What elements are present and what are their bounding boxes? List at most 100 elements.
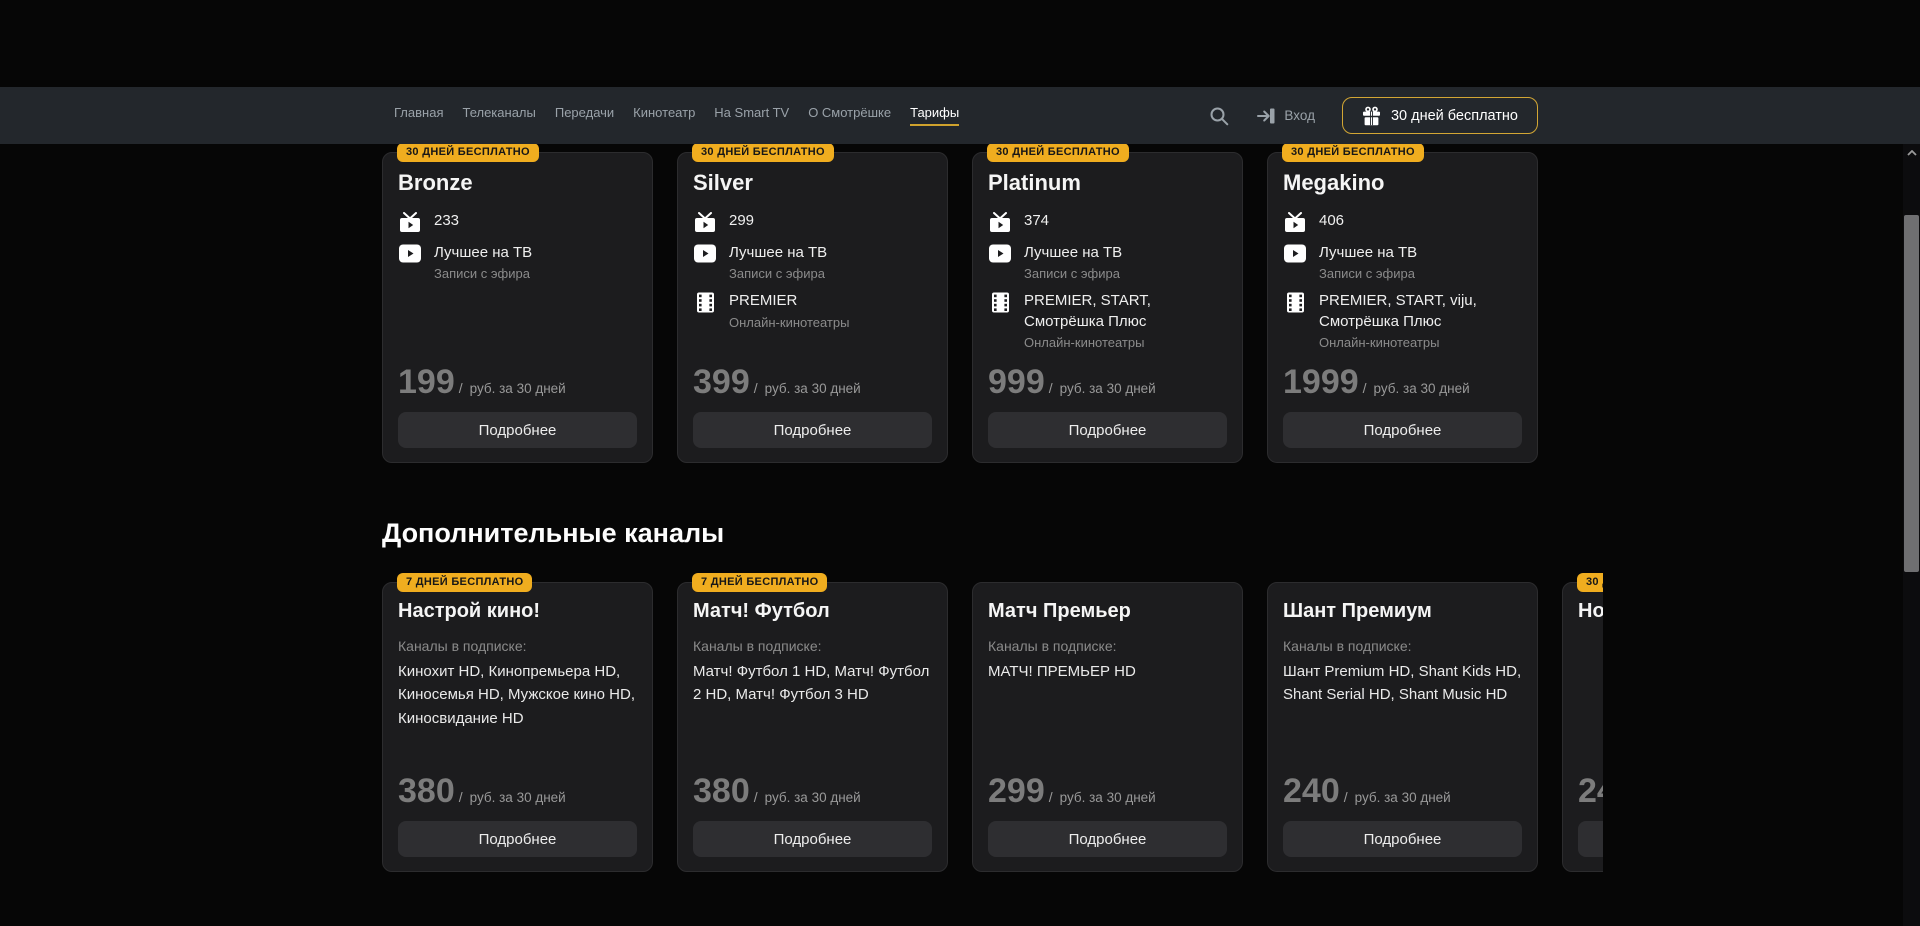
search-icon — [1209, 106, 1229, 126]
nav-link[interactable]: О Смотрёшке — [808, 105, 891, 126]
cinemas-subtitle: Онлайн-кинотеатры — [1319, 335, 1522, 350]
channels-list: Кинохит HD, Кинопремьера HD, Киносемья H… — [398, 660, 637, 730]
channels-list: МАТЧ! ПРЕМЬЕР HD — [988, 660, 1227, 683]
channels-list: Матч! Футбол 1 HD, Матч! Футбол 2 HD, Ма… — [693, 660, 932, 707]
price-row: 399 / руб. за 30 дней — [693, 365, 932, 399]
details-button[interactable]: Подробнее — [693, 821, 932, 857]
login-button[interactable]: Вход — [1256, 106, 1315, 126]
channel-pack-card-body: Матч! Футбол Каналы в подписке: Матч! Фу… — [677, 582, 948, 872]
price-row: 1999 / руб. за 30 дней — [1283, 365, 1522, 399]
details-button[interactable]: Подробнее — [693, 412, 932, 448]
details-button[interactable]: Подробнее — [1283, 821, 1522, 857]
details-button[interactable]: Подробнее — [1578, 821, 1603, 857]
channel-pack-title: Матч Премьер — [988, 600, 1227, 623]
channel-pack-card-body: Матч Премьер Каналы в подписке: МАТЧ! ПР… — [972, 582, 1243, 872]
tv-icon — [693, 212, 717, 233]
video-play-icon — [693, 244, 717, 263]
login-icon — [1256, 106, 1276, 126]
details-button[interactable]: Подробнее — [398, 412, 637, 448]
tariff-features: 406 Лучшее на ТВ Записи с эфира — [1283, 211, 1522, 350]
scrollbar-track[interactable] — [1903, 144, 1920, 926]
best-tv-subtitle: Записи с эфира — [1024, 266, 1122, 281]
tariff-card: 30 ДНЕЙ БЕСПЛАТНО Megakino 406 — [1267, 143, 1538, 463]
nav-link[interactable]: На Smart TV — [714, 105, 789, 126]
nav-link[interactable]: Главная — [394, 105, 443, 126]
price-row: 240 / руб. за 30 дней — [1283, 774, 1522, 808]
video-play-icon — [398, 244, 422, 263]
tv-icon — [1283, 212, 1307, 233]
channel-pack-card-body: Настрой кино! Каналы в подписке: Кинохит… — [382, 582, 653, 872]
scrollbar-thumb[interactable] — [1904, 215, 1919, 572]
channel-pack-title: Настрой кино! — [398, 600, 637, 623]
channels-count: 406 — [1319, 211, 1344, 231]
price-row: 380 / руб. за 30 дней — [398, 774, 637, 808]
main-packages-row: 30 ДНЕЙ БЕСПЛАТНО Bronze 233 — [382, 143, 1538, 463]
tariff-features: 374 Лучшее на ТВ Записи с эфира — [988, 211, 1227, 350]
video-play-icon — [988, 244, 1012, 263]
details-button[interactable]: Подробнее — [1283, 412, 1522, 448]
best-tv-title: Лучшее на ТВ — [434, 243, 532, 263]
tariff-card-body: Megakino 406 — [1267, 152, 1538, 463]
best-tv-row: Лучшее на ТВ Записи с эфира — [398, 243, 637, 281]
price-value: 240 — [1283, 774, 1340, 808]
price-unit: руб. за 30 дней — [765, 790, 861, 805]
price-separator: / — [459, 380, 463, 396]
details-button[interactable]: Подробнее — [988, 412, 1227, 448]
best-tv-row: Лучшее на ТВ Записи с эфира — [988, 243, 1227, 281]
video-play-icon — [1283, 244, 1307, 263]
details-button[interactable]: Подробнее — [988, 821, 1227, 857]
cinemas-row: PREMIER, START, Смотрёшка Плюс Онлайн-ки… — [988, 291, 1227, 350]
channel-pack-title: Матч! Футбол — [693, 600, 932, 623]
scroll-up-button[interactable] — [1903, 144, 1920, 162]
film-strip-icon — [1283, 292, 1307, 313]
trial-button-label: 30 дней бесплатно — [1391, 108, 1518, 124]
price-value: 380 — [693, 774, 750, 808]
details-button[interactable]: Подробнее — [398, 821, 637, 857]
tariff-card: 30 ДНЕЙ БЕСПЛАТНО Bronze 233 — [382, 143, 653, 463]
price-unit: руб. за 30 дней — [470, 381, 566, 396]
nav-link[interactable]: Тарифы — [910, 105, 959, 126]
price-unit: руб. за 30 дней — [765, 381, 861, 396]
best-tv-title: Лучшее на ТВ — [1024, 243, 1122, 263]
channels-count-row: 299 — [693, 211, 932, 233]
channel-pack-card-body: Шант Премиум Каналы в подписке: Шант Pre… — [1267, 582, 1538, 872]
nav-link[interactable]: Кинотеатр — [633, 105, 695, 126]
tariff-title: Silver — [693, 170, 932, 196]
channels-count: 233 — [434, 211, 459, 231]
trial-badge: 30 ДНЕЙ БЕСПЛАТНО — [1282, 143, 1424, 162]
channels-count: 374 — [1024, 211, 1049, 231]
nav-link[interactable]: Передачи — [555, 105, 614, 126]
section-title-extra-channels: Дополнительные каналы — [382, 518, 1538, 548]
channel-pack-title: Шант Премиум — [1283, 600, 1522, 623]
gift-icon — [1362, 106, 1381, 126]
price-row: 240 / руб. за 30 дней — [1578, 774, 1603, 808]
price-separator: / — [459, 789, 463, 805]
nav-links: Главная Телеканалы Передачи Кинотеатр На Sma… — [394, 105, 959, 126]
channel-pack-card: 30 ДНЕЙ БЕСПЛАТНО Ночной 240 / руб. за 3… — [1562, 573, 1603, 872]
channels-count-row: 374 — [988, 211, 1227, 233]
best-tv-subtitle: Записи с эфира — [729, 266, 827, 281]
price-unit: руб. за 30 дней — [1355, 790, 1451, 805]
chevron-up-icon — [1907, 150, 1917, 156]
cinemas-title: PREMIER, START, viju, Смотрёшка Плюс — [1319, 291, 1522, 332]
trial-badge: 30 ДНЕЙ БЕСПЛАТНО — [987, 143, 1129, 162]
price-row: 199 / руб. за 30 дней — [398, 365, 637, 399]
channels-count: 299 — [729, 211, 754, 231]
best-tv-row: Лучшее на ТВ Записи с эфира — [1283, 243, 1522, 281]
tariff-features: 233 Лучшее на ТВ Записи с эфира — [398, 211, 637, 281]
tv-icon — [988, 212, 1012, 233]
price-separator: / — [1049, 380, 1053, 396]
price-separator: / — [754, 789, 758, 805]
cinemas-row: PREMIER Онлайн-кинотеатры — [693, 291, 932, 329]
channel-pack-card: Шант Премиум Каналы в подписке: Шант Pre… — [1267, 573, 1538, 872]
channels-label: Каналы в подписке: — [1283, 638, 1522, 654]
channel-pack-card: 7 ДНЕЙ БЕСПЛАТНО Матч! Футбол Каналы в п… — [677, 573, 948, 872]
trial-button[interactable]: 30 дней бесплатно — [1342, 97, 1538, 134]
tariff-features: 299 Лучшее на ТВ Записи с эфира — [693, 211, 932, 330]
price-separator: / — [1049, 789, 1053, 805]
nav-link[interactable]: Телеканалы — [462, 105, 535, 126]
best-tv-title: Лучшее на ТВ — [1319, 243, 1417, 263]
search-button[interactable] — [1209, 106, 1229, 126]
tariff-card: 30 ДНЕЙ БЕСПЛАТНО Platinum 374 — [972, 143, 1243, 463]
trial-badge: 30 ДНЕЙ БЕСПЛАТНО — [692, 143, 834, 162]
